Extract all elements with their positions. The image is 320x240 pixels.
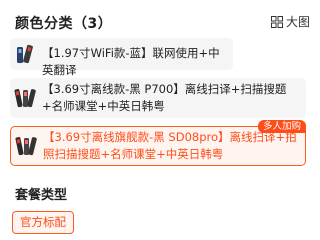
color-option-wifi-blue[interactable]: 【1.97寸WiFi款-蓝】联网使用+中英翻译 [10,38,233,77]
color-option-offline-p700[interactable]: 【3.69寸离线款-黑 P700】离线扫译+扫描搜题+名师课堂+中英日韩粤 [10,78,306,118]
option-label: 【3.69寸离线款-黑 P700】离线扫译+扫描搜题+名师课堂+中英日韩粤 [42,82,287,113]
big-view-toggle[interactable]: 大图 [270,13,310,30]
product-thumbnail [14,89,36,108]
product-thumbnail [15,137,37,156]
product-thumbnail [17,44,33,64]
color-option-flagship-sd08pro[interactable]: 多人加购 【3.69寸离线旗舰款-黑 SD08pro】离线扫译+拍照扫描搜题+名… [10,120,306,166]
color-section-title: 颜色分类（3） [15,16,113,32]
option-label: 【1.97寸WiFi款-蓝】联网使用+中英翻译 [42,46,220,77]
package-section-title: 套餐类型 [15,188,68,203]
grid-icon [270,15,283,28]
big-view-label: 大图 [285,15,310,29]
option-label: 【3.69寸离线旗舰款-黑 SD08pro】离线扫译+拍照扫描搜题+名师课堂+中… [43,130,297,161]
package-option-official-standard[interactable]: 官方标配 [12,211,74,234]
